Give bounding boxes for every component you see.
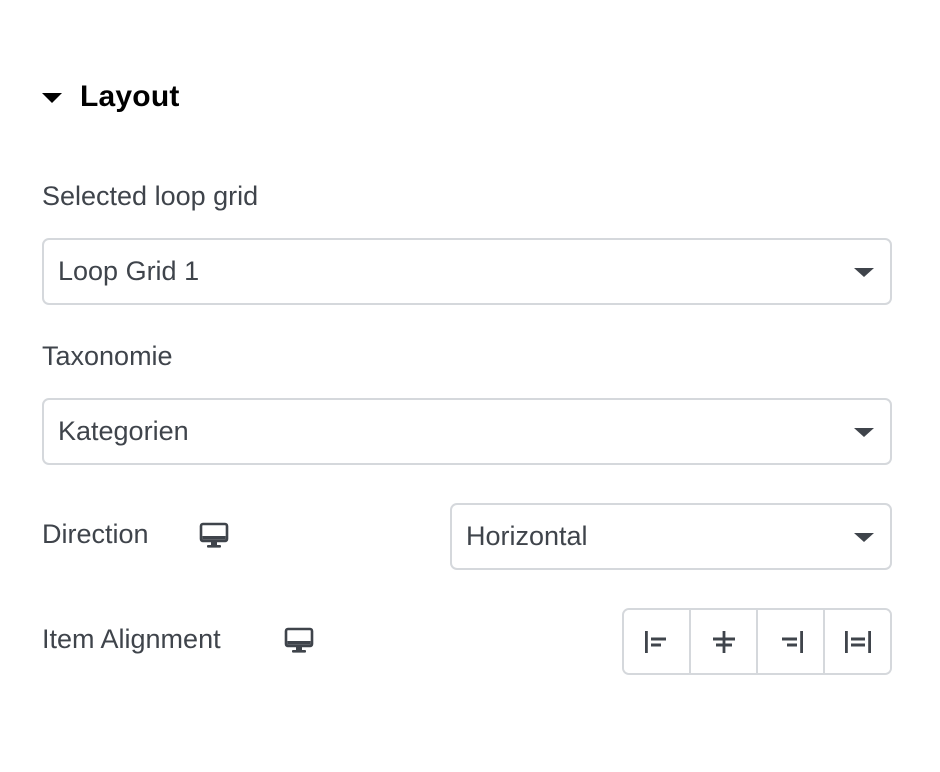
- direction-value: Horizontal: [466, 521, 588, 551]
- chevron-down-icon: [854, 267, 874, 277]
- align-stretch-button[interactable]: [825, 610, 890, 673]
- caret-down-icon: [42, 93, 62, 103]
- align-center-button[interactable]: [691, 610, 758, 673]
- direction-label: Direction: [42, 519, 149, 549]
- section-title: Layout: [80, 80, 180, 113]
- chevron-down-icon: [854, 532, 874, 542]
- taxonomy-label: Taxonomie: [42, 341, 173, 371]
- loop-grid-select[interactable]: Loop Grid 1: [42, 238, 892, 305]
- align-end-icon: [781, 630, 803, 653]
- align-start-icon: [644, 630, 666, 653]
- direction-select[interactable]: Horizontal: [450, 503, 892, 570]
- taxonomy-value: Kategorien: [58, 416, 189, 446]
- align-end-button[interactable]: [758, 610, 825, 673]
- align-start-button[interactable]: [624, 610, 691, 673]
- layout-section-toggle[interactable]: Layout: [42, 74, 180, 120]
- loop-grid-value: Loop Grid 1: [58, 256, 200, 286]
- align-center-icon: [712, 630, 735, 653]
- item-alignment-label: Item Alignment: [42, 624, 221, 654]
- taxonomy-select[interactable]: Kategorien: [42, 398, 892, 465]
- desktop-icon[interactable]: [284, 627, 314, 655]
- chevron-down-icon: [854, 427, 874, 437]
- item-alignment-control: [622, 608, 892, 675]
- desktop-icon[interactable]: [199, 522, 229, 550]
- loop-grid-label: Selected loop grid: [42, 181, 259, 211]
- align-stretch-icon: [844, 630, 871, 653]
